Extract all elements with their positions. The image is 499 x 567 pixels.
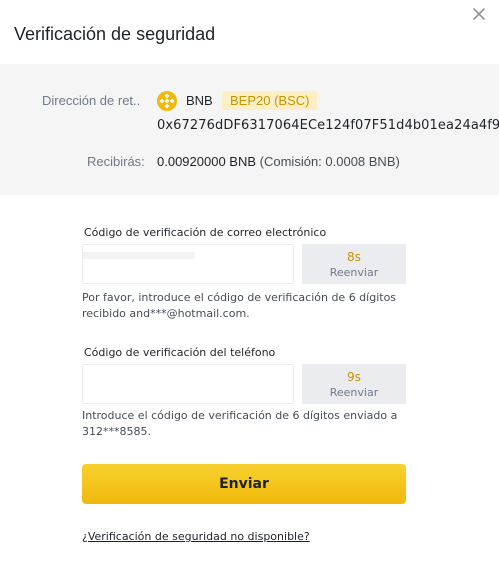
email-code-label: Código de verificación de correo electró… — [84, 226, 327, 239]
input-autofill-placeholder — [83, 252, 195, 259]
verification-unavailable-link[interactable]: ¿Verificación de seguridad no disponible… — [82, 530, 310, 543]
phone-code-label: Código de verificación del teléfono — [84, 346, 276, 359]
receive-label: Recibirás: — [87, 154, 145, 169]
bnb-coin-icon — [157, 91, 177, 111]
phone-code-input[interactable] — [83, 365, 293, 403]
phone-resend-button[interactable]: 9s Reenviar — [302, 364, 406, 404]
security-verification-dialog: Verificación de seguridad Dirección de r… — [0, 0, 499, 567]
phone-code-field[interactable] — [82, 364, 294, 404]
withdrawal-summary: Dirección de ret.. BNB BEP20 (BSC) 0x672… — [0, 64, 499, 195]
dialog-title: Verificación de seguridad — [14, 24, 216, 44]
phone-countdown: 9s — [347, 370, 361, 384]
email-code-field[interactable] — [82, 244, 294, 284]
receive-fee: (Comisión: 0.0008 BNB) — [259, 154, 400, 169]
email-resend-label: Reenviar — [329, 266, 379, 279]
coin-name: BNB — [186, 93, 213, 108]
email-code-input[interactable] — [83, 245, 293, 283]
email-resend-button[interactable]: 8s Reenviar — [302, 244, 406, 284]
withdrawal-address: 0x67276dDF6317064ECe124f07F51d4b01ea24a4… — [157, 118, 499, 133]
phone-resend-label: Reenviar — [329, 386, 379, 399]
email-code-hint: Por favor, introduce el código de verifi… — [82, 291, 397, 320]
address-label: Dirección de ret.. — [42, 93, 141, 108]
submit-button[interactable]: Enviar — [82, 464, 406, 504]
close-icon[interactable] — [471, 6, 487, 22]
email-countdown: 8s — [347, 250, 361, 264]
receive-amount: 0.00920000 BNB — [157, 154, 257, 169]
phone-code-hint: Introduce el código de verificación de 6… — [82, 409, 398, 438]
receive-value: 0.00920000 BNB (Comisión: 0.0008 BNB) — [157, 154, 400, 169]
network-badge: BEP20 (BSC) — [222, 91, 318, 110]
